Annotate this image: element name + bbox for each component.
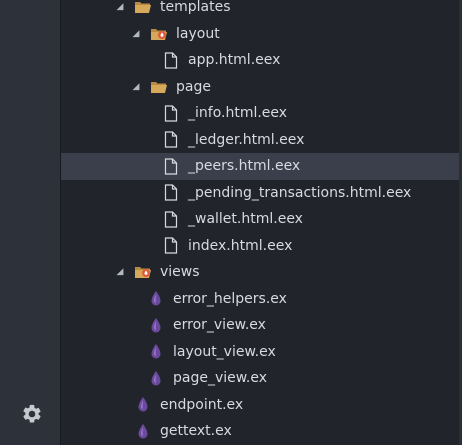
tree-file-endpoint-ex[interactable]: endpoint.ex xyxy=(61,392,462,419)
tree-item-label: page xyxy=(176,78,211,95)
folder-open-icon xyxy=(150,78,168,96)
file-icon xyxy=(162,157,180,175)
elixir-drop-icon xyxy=(134,422,152,440)
tree-item-label: gettext.ex xyxy=(160,423,232,440)
tree-folder-layout[interactable]: ◢ layout xyxy=(61,21,462,48)
tree-item-label: _peers.html.eex xyxy=(188,158,301,175)
file-icon xyxy=(162,210,180,228)
elixir-drop-icon xyxy=(147,369,165,387)
file-icon xyxy=(162,104,180,122)
tree-item-label: _info.html.eex xyxy=(188,105,288,122)
elixir-drop-icon xyxy=(147,290,165,308)
file-icon xyxy=(162,51,180,69)
chevron-down-icon[interactable]: ◢ xyxy=(130,28,142,40)
tree-item-label: endpoint.ex xyxy=(160,396,244,413)
chevron-down-icon[interactable]: ◢ xyxy=(114,266,126,278)
tree-file-page-view-ex[interactable]: page_view.ex xyxy=(61,365,462,392)
tree-item-label: page_view.ex xyxy=(173,370,268,387)
file-icon xyxy=(162,184,180,202)
file-icon xyxy=(162,237,180,255)
elixir-drop-icon xyxy=(134,396,152,414)
tree-item-label: layout_view.ex xyxy=(173,343,276,360)
tree-folder-page[interactable]: ◢ page xyxy=(61,74,462,101)
folder-open-icon xyxy=(134,263,152,281)
folder-open-icon xyxy=(134,0,152,16)
tree-file-peers-html-eex[interactable]: _peers.html.eex xyxy=(61,153,462,180)
tree-item-label: views xyxy=(160,264,200,281)
gear-icon xyxy=(23,404,41,423)
tree-file-gettext-ex[interactable]: gettext.ex xyxy=(61,418,462,445)
tree-item-label: _pending_transactions.html.eex xyxy=(188,184,412,201)
tree-item-label: _ledger.html.eex xyxy=(188,131,305,148)
tree-folder-templates[interactable]: ◢ templates xyxy=(61,0,462,21)
tree-file-wallet-html-eex[interactable]: _wallet.html.eex xyxy=(61,206,462,233)
file-tree: ◢ templates ◢ layout app.html.eex ◢ page… xyxy=(61,0,462,445)
tree-item-label: index.html.eex xyxy=(188,237,293,254)
activity-bar xyxy=(0,0,61,445)
tree-file-app-html-eex[interactable]: app.html.eex xyxy=(61,47,462,74)
settings-button[interactable] xyxy=(20,402,44,426)
tree-item-label: app.html.eex xyxy=(188,52,281,69)
tree-item-label: error_view.ex xyxy=(173,317,266,334)
tree-file-pending-transactions-html-eex[interactable]: _pending_transactions.html.eex xyxy=(61,180,462,207)
tree-file-error-helpers-ex[interactable]: error_helpers.ex xyxy=(61,286,462,313)
tree-file-ledger-html-eex[interactable]: _ledger.html.eex xyxy=(61,127,462,154)
tree-item-label: layout xyxy=(176,25,220,42)
chevron-down-icon[interactable]: ◢ xyxy=(114,1,126,13)
tree-file-info-html-eex[interactable]: _info.html.eex xyxy=(61,100,462,127)
folder-open-icon xyxy=(150,25,168,43)
tree-item-label: templates xyxy=(160,0,231,16)
elixir-drop-icon xyxy=(147,316,165,334)
file-icon xyxy=(162,131,180,149)
chevron-down-icon[interactable]: ◢ xyxy=(130,81,142,93)
elixir-drop-icon xyxy=(147,343,165,361)
tree-file-layout-view-ex[interactable]: layout_view.ex xyxy=(61,339,462,366)
tree-item-label: error_helpers.ex xyxy=(173,290,287,307)
tree-folder-views[interactable]: ◢ views xyxy=(61,259,462,286)
tree-file-index-html-eex[interactable]: index.html.eex xyxy=(61,233,462,260)
tree-file-error-view-ex[interactable]: error_view.ex xyxy=(61,312,462,339)
file-explorer: ◢ templates ◢ layout app.html.eex ◢ page… xyxy=(61,0,462,445)
tree-item-label: _wallet.html.eex xyxy=(188,211,303,228)
